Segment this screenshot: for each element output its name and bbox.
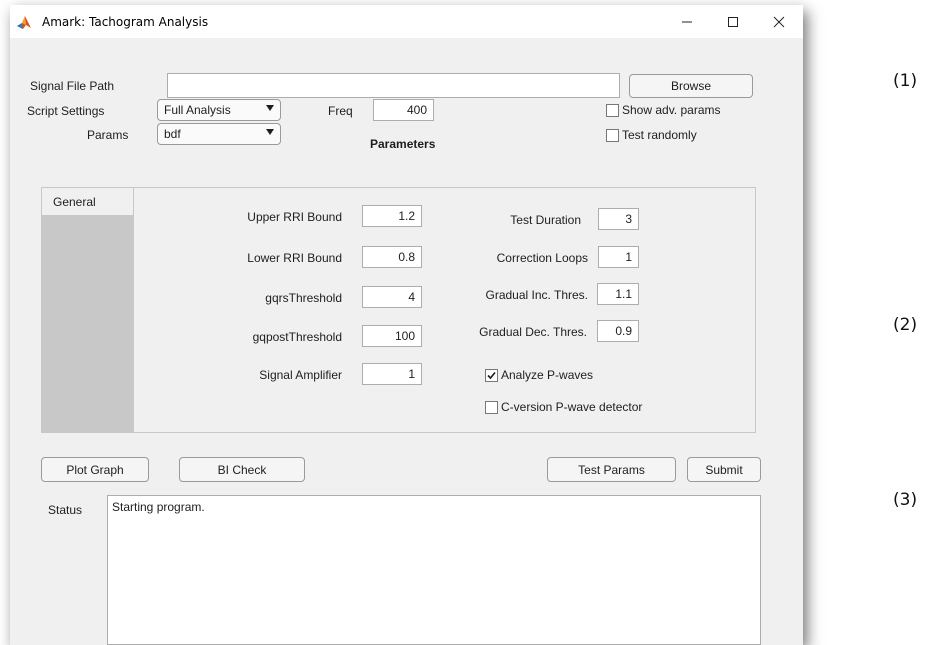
- test-params-button[interactable]: Test Params: [547, 457, 676, 482]
- test-duration-label: Test Duration: [510, 213, 581, 227]
- correction-loops-input[interactable]: [598, 246, 639, 268]
- test-randomly-label: Test randomly: [622, 128, 697, 142]
- app-window: Amark: Tachogram Analysis Signal File Pa…: [10, 5, 803, 645]
- checkbox-box: [606, 128, 619, 142]
- gradual-inc-thres-input[interactable]: [597, 283, 639, 305]
- window-title: Amark: Tachogram Analysis: [42, 15, 209, 29]
- gqpost-threshold-input[interactable]: [362, 325, 422, 347]
- gradual-inc-thres-label: Gradual Inc. Thres.: [485, 288, 589, 302]
- upper-rri-bound-label: Upper RRI Bound: [247, 210, 342, 224]
- maximize-button[interactable]: [710, 5, 756, 38]
- script-settings-value: Full Analysis: [164, 103, 231, 117]
- gqpost-threshold-label: gqpostThreshold: [252, 330, 342, 344]
- close-button[interactable]: [756, 5, 802, 38]
- params-dropdown[interactable]: bdf: [157, 123, 281, 145]
- submit-button[interactable]: Submit: [687, 457, 761, 482]
- checkbox-box: [485, 400, 498, 414]
- title-bar: Amark: Tachogram Analysis: [10, 5, 803, 38]
- c-version-p-wave-detector-checkbox[interactable]: C-version P-wave detector: [485, 400, 642, 414]
- params-label: Params: [87, 128, 129, 142]
- checkbox-box: [485, 368, 498, 382]
- signal-file-path-input[interactable]: [167, 73, 620, 98]
- chevron-down-icon: [266, 129, 274, 135]
- lower-rri-bound-label: Lower RRI Bound: [247, 251, 342, 265]
- parameters-heading: Parameters: [370, 137, 436, 151]
- gradual-dec-thres-label: Gradual Dec. Thres.: [479, 325, 587, 339]
- upper-rri-bound-input[interactable]: [362, 205, 422, 227]
- show-adv-params-label: Show adv. params: [622, 103, 721, 117]
- show-adv-params-checkbox[interactable]: Show adv. params: [606, 103, 721, 117]
- analyze-p-waves-checkbox[interactable]: Analyze P-waves: [485, 368, 593, 382]
- checkmark-icon: [487, 371, 496, 379]
- test-randomly-checkbox[interactable]: Test randomly: [606, 128, 697, 142]
- gqrs-threshold-label: gqrsThreshold: [265, 291, 342, 305]
- chevron-down-icon: [266, 105, 274, 111]
- freq-label: Freq: [328, 104, 353, 118]
- script-settings-label: Script Settings: [27, 104, 105, 118]
- matlab-icon: [17, 16, 31, 29]
- gqrs-threshold-input[interactable]: [362, 286, 422, 308]
- status-textarea[interactable]: Starting program.: [107, 495, 761, 645]
- lower-rri-bound-input[interactable]: [362, 246, 422, 268]
- tab-general-label: General: [53, 195, 96, 209]
- plot-graph-button[interactable]: Plot Graph: [41, 457, 149, 482]
- script-settings-dropdown[interactable]: Full Analysis: [157, 99, 281, 121]
- side-label-2: (2): [893, 315, 918, 335]
- gradual-dec-thres-input[interactable]: [597, 320, 639, 342]
- side-label-3: (3): [893, 490, 918, 510]
- minimize-button[interactable]: [664, 5, 710, 38]
- browse-button[interactable]: Browse: [629, 74, 753, 98]
- signal-amplifier-input[interactable]: [362, 363, 422, 385]
- checkbox-box: [606, 103, 619, 117]
- correction-loops-label: Correction Loops: [496, 251, 588, 265]
- status-label: Status: [48, 503, 83, 517]
- signal-file-path-label: Signal File Path: [30, 79, 115, 93]
- tab-general[interactable]: General: [42, 188, 134, 215]
- side-label-1: (1): [893, 71, 918, 91]
- params-value: bdf: [164, 127, 181, 141]
- test-duration-input[interactable]: [598, 208, 639, 230]
- status-text: Starting program.: [112, 500, 205, 514]
- freq-input[interactable]: [373, 99, 434, 121]
- bi-check-button[interactable]: BI Check: [179, 457, 305, 482]
- c-version-p-wave-detector-label: C-version P-wave detector: [501, 400, 643, 414]
- signal-amplifier-label: Signal Amplifier: [259, 368, 342, 382]
- analyze-p-waves-label: Analyze P-waves: [501, 368, 594, 382]
- tab-strip: [42, 188, 134, 432]
